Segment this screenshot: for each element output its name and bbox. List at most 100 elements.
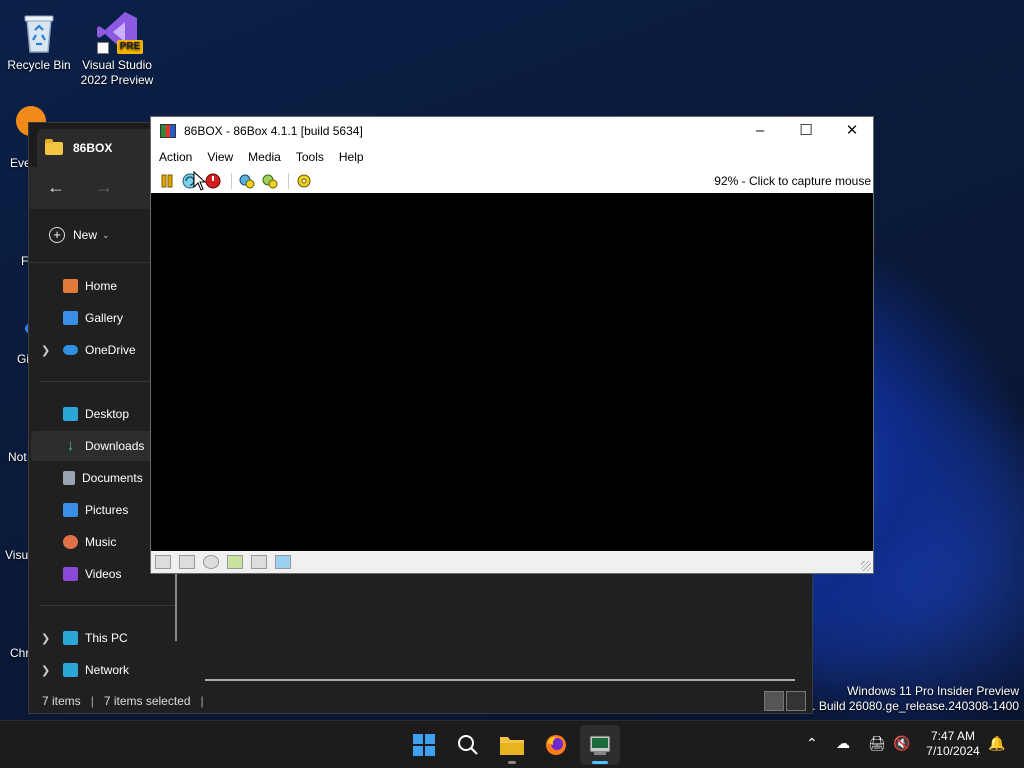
desktop-icon-label: Visual Studio 2022 Preview bbox=[80, 58, 154, 87]
desktop-icon-label: Visu bbox=[5, 548, 29, 562]
notification-bell-icon[interactable]: 🔔 bbox=[988, 735, 1005, 752]
menu-media[interactable]: Media bbox=[247, 150, 289, 164]
pause-icon bbox=[161, 174, 173, 188]
86box-icon bbox=[589, 735, 611, 755]
minimize-button[interactable]: – bbox=[737, 117, 783, 145]
content-horizontal-scrollbar[interactable] bbox=[205, 679, 795, 681]
menu-tools[interactable]: Tools bbox=[295, 150, 332, 164]
file-explorer-icon bbox=[500, 737, 524, 755]
onedrive-tray-icon[interactable]: ☁ bbox=[836, 735, 850, 752]
details-view-icon[interactable] bbox=[764, 691, 784, 711]
chevron-right-icon[interactable]: ❯ bbox=[41, 664, 50, 677]
pc-icon bbox=[63, 631, 78, 645]
nav-item-label: OneDrive bbox=[85, 343, 136, 357]
ctrl-alt-esc-button[interactable] bbox=[260, 171, 280, 191]
back-arrow-icon[interactable]: ← bbox=[47, 177, 65, 198]
nav-item-label: Gallery bbox=[85, 311, 124, 325]
videos-icon bbox=[63, 567, 78, 581]
nav-item-label: Pictures bbox=[85, 503, 129, 517]
window-title: 86BOX - 86Box 4.1.1 [build 5634] bbox=[184, 124, 363, 138]
menu-action[interactable]: Action bbox=[158, 150, 200, 164]
desktop-icon bbox=[63, 407, 78, 421]
pre-badge: PRE bbox=[117, 40, 143, 54]
maximize-button[interactable]: ☐ bbox=[783, 117, 829, 145]
86box-status-bar bbox=[151, 551, 873, 573]
taskbar-file-explorer[interactable] bbox=[492, 725, 532, 765]
gallery-icon bbox=[63, 311, 78, 325]
network-icon bbox=[63, 663, 78, 677]
sound-icon[interactable] bbox=[275, 555, 291, 569]
taskbar-clock[interactable]: 7:47 AM 7/10/2024 bbox=[918, 729, 988, 759]
chevron-right-icon[interactable]: ❯ bbox=[41, 632, 50, 645]
86box-window: 86BOX - 86Box 4.1.1 [build 5634] – ☐ ✕ A… bbox=[150, 116, 874, 574]
download-icon: ↓ bbox=[66, 437, 75, 454]
close-button[interactable]: ✕ bbox=[829, 117, 875, 145]
resize-grip[interactable] bbox=[861, 561, 871, 571]
pictures-icon bbox=[63, 503, 78, 517]
mouse-cursor-icon bbox=[193, 171, 207, 191]
tiles-view-icon[interactable] bbox=[786, 691, 806, 711]
floppy-drive-icon[interactable] bbox=[155, 555, 171, 569]
taskbar: ⌃ ☁ 🖨 🔇 7:47 AM 7/10/2024 🔔 bbox=[0, 720, 1024, 768]
emulator-screen[interactable] bbox=[151, 193, 873, 551]
chevron-down-icon: ⌄ bbox=[102, 229, 110, 240]
network-card-icon[interactable] bbox=[251, 555, 267, 569]
86box-menubar: Action View Media Tools Help bbox=[151, 145, 873, 169]
cloud-icon bbox=[63, 345, 78, 355]
86box-logo-icon bbox=[160, 124, 176, 138]
search-icon bbox=[458, 735, 478, 755]
network-tray-icon[interactable]: 🖨 bbox=[868, 735, 886, 752]
start-button[interactable] bbox=[404, 725, 444, 765]
clock-time: 7:47 AM bbox=[930, 729, 976, 743]
nav-item-label: Home bbox=[85, 279, 118, 293]
capture-mouse-status: 92% - Click to capture mouse bbox=[714, 174, 871, 188]
86box-titlebar[interactable]: 86BOX - 86Box 4.1.1 [build 5634] – ☐ ✕ bbox=[151, 117, 873, 145]
settings-button[interactable] bbox=[294, 171, 314, 191]
visual-studio-icon: PRE bbox=[95, 10, 143, 54]
explorer-tab[interactable]: 86BOX bbox=[37, 129, 167, 167]
desktop-icon-label: Recycle Bin bbox=[7, 58, 71, 72]
taskbar-86box[interactable] bbox=[580, 725, 620, 765]
keyboard-gears-icon bbox=[239, 174, 255, 189]
hard-disk-icon[interactable] bbox=[227, 555, 243, 569]
floppy-drive-2-icon[interactable] bbox=[179, 555, 195, 569]
desktop: Recycle Bin PRE Visual Studio 2022 Previ… bbox=[0, 0, 1024, 720]
nav-item-label: Documents bbox=[82, 471, 143, 485]
shortcut-arrow-icon bbox=[97, 42, 109, 54]
desktop-icon-recycle-bin[interactable]: Recycle Bin bbox=[1, 10, 77, 73]
recycle-bin-icon bbox=[17, 10, 61, 54]
nav-item-label: Music bbox=[85, 535, 117, 549]
view-toggle bbox=[764, 691, 806, 711]
nav-pane-scrollbar[interactable] bbox=[175, 571, 177, 641]
settings-gear-icon bbox=[297, 174, 311, 188]
volume-muted-icon[interactable]: 🔇 bbox=[893, 735, 910, 752]
music-icon bbox=[63, 535, 78, 549]
cdrom-icon[interactable] bbox=[203, 555, 219, 569]
search-button[interactable] bbox=[448, 725, 488, 765]
desktop-icon-visual-studio[interactable]: PRE Visual Studio 2022 Preview bbox=[79, 10, 155, 88]
windows-logo-icon bbox=[413, 734, 435, 756]
pause-button[interactable] bbox=[157, 171, 177, 191]
taskbar-firefox[interactable] bbox=[536, 725, 576, 765]
explorer-status-bar: 7 items | 7 items selected | bbox=[29, 689, 812, 713]
ctrl-alt-del-button[interactable] bbox=[237, 171, 257, 191]
folder-icon bbox=[45, 138, 63, 155]
show-hidden-icons-chevron-icon[interactable]: ⌃ bbox=[806, 735, 818, 752]
nav-item-this-pc[interactable]: ❯ This PC bbox=[31, 623, 181, 653]
clock-date: 7/10/2024 bbox=[926, 744, 980, 758]
explorer-tab-title: 86BOX bbox=[73, 141, 113, 155]
nav-item-network[interactable]: ❯ Network bbox=[31, 655, 181, 685]
home-icon bbox=[63, 279, 78, 293]
menu-help[interactable]: Help bbox=[338, 150, 372, 164]
item-count: 7 items bbox=[42, 694, 81, 708]
menu-view[interactable]: View bbox=[206, 150, 241, 164]
new-button[interactable]: + New ⌄ bbox=[49, 227, 110, 243]
chevron-right-icon[interactable]: ❯ bbox=[41, 344, 50, 357]
desktop-icon-label: Not bbox=[8, 450, 27, 464]
nav-item-label: Videos bbox=[85, 567, 122, 581]
nav-item-label: This PC bbox=[85, 631, 128, 645]
document-icon bbox=[63, 471, 75, 485]
forward-arrow-icon[interactable]: → bbox=[95, 177, 113, 198]
nav-divider bbox=[39, 605, 175, 606]
firefox-icon bbox=[546, 735, 566, 755]
